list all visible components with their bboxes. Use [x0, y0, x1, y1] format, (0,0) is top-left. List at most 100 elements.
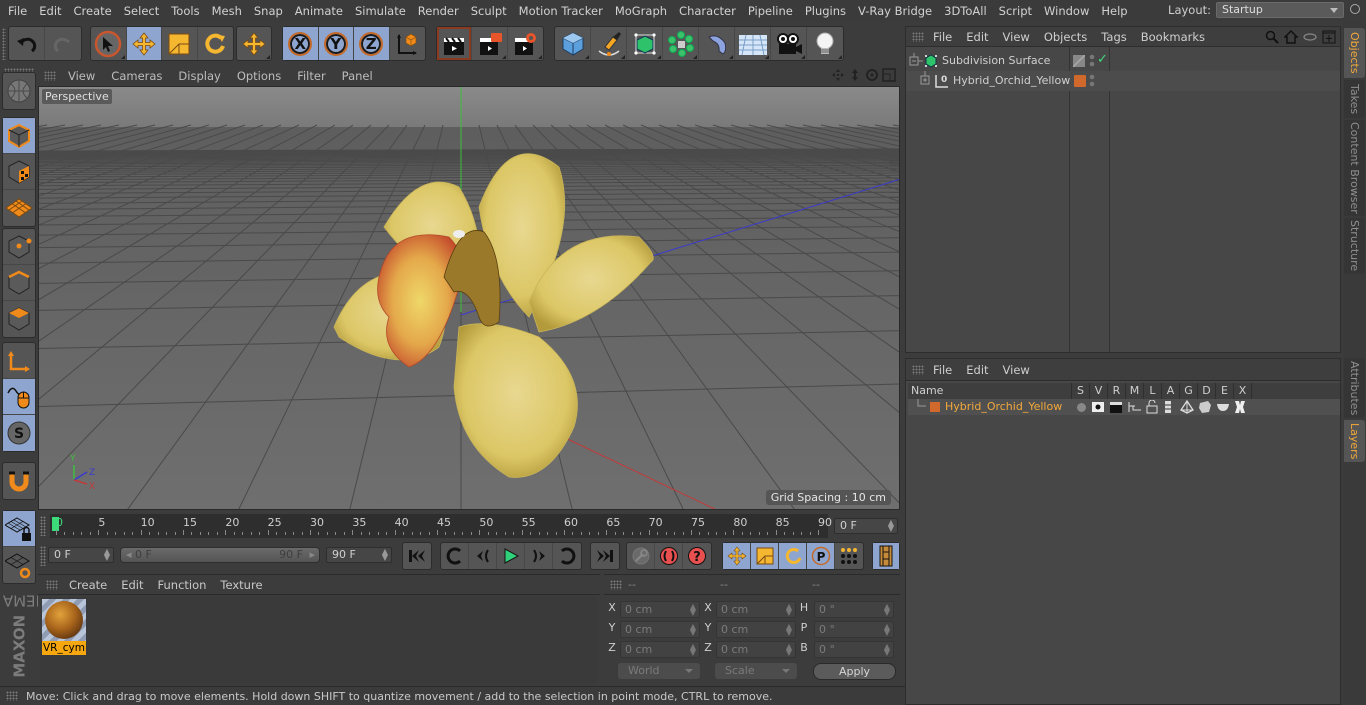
timeline-ruler[interactable]: 0 5 10 15 20 25 30 35 40 45 50 55 60 65 70 75 80 85 90 — [50, 514, 832, 538]
floor-button[interactable] — [735, 27, 771, 60]
column-expressions[interactable]: E — [1216, 383, 1234, 399]
viewport-grip[interactable] — [44, 71, 56, 81]
texture-mode-button[interactable] — [3, 154, 35, 190]
scale-tool-button[interactable] — [162, 27, 198, 60]
layer-menu-file[interactable]: File — [926, 363, 959, 377]
render-toggle-icon[interactable] — [1110, 401, 1122, 413]
material-manager-grip[interactable] — [46, 579, 58, 590]
layer-menu-edit[interactable]: Edit — [959, 363, 995, 377]
redo-button[interactable] — [45, 27, 81, 60]
material-menu-function[interactable]: Function — [151, 578, 214, 592]
render-settings-button[interactable] — [508, 27, 543, 60]
scale-track-button[interactable] — [751, 543, 779, 569]
switch-view-icon[interactable] — [882, 68, 896, 82]
menu-animate[interactable]: Animate — [289, 4, 349, 18]
visibility-dots-icon[interactable] — [1089, 74, 1095, 88]
play-button[interactable] — [497, 543, 525, 569]
size-y-field[interactable]: 0 cm ▲ ▼ — [716, 621, 796, 638]
visibility-dots-icon[interactable] — [1089, 54, 1095, 68]
spinner-icon[interactable]: ▲ ▼ — [884, 623, 890, 637]
viewport-menu-view[interactable]: View — [60, 69, 103, 83]
view-toggle-icon[interactable] — [1092, 401, 1104, 413]
pos-x-field[interactable]: 0 cm ▲ ▼ — [620, 601, 700, 618]
column-view[interactable]: V — [1090, 383, 1108, 399]
render-view-button[interactable] — [437, 27, 473, 60]
size-x-field[interactable]: 0 cm ▲ ▼ — [716, 601, 796, 618]
camera-label[interactable]: Perspective — [42, 89, 112, 104]
menu-help[interactable]: Help — [1095, 4, 1133, 18]
next-key-button[interactable] — [553, 543, 581, 569]
x-axis-lock-button[interactable]: X — [283, 27, 319, 60]
column-animation[interactable]: A — [1162, 383, 1180, 399]
column-generators[interactable]: G — [1180, 383, 1198, 399]
menu-motion-tracker[interactable]: Motion Tracker — [513, 4, 609, 18]
end-frame-field[interactable]: 90 F ▲ ▼ — [326, 547, 392, 563]
toolbar-grip[interactable] — [2, 28, 6, 60]
menu-tools[interactable]: Tools — [165, 4, 205, 18]
y-axis-lock-button[interactable]: Y — [318, 27, 354, 60]
column-xrefs[interactable]: X — [1234, 383, 1252, 399]
keyframe-selection-button[interactable] — [627, 543, 655, 569]
spinner-icon[interactable]: ▲ ▼ — [690, 643, 696, 657]
go-to-start-button[interactable] — [403, 543, 431, 569]
previous-key-button[interactable] — [441, 543, 469, 569]
manager-toggle-icon[interactable] — [1128, 400, 1142, 414]
lock-workplane-button[interactable] — [3, 511, 35, 547]
menu-vray-bridge[interactable]: V-Ray Bridge — [852, 4, 938, 18]
coordinate-system-button[interactable] — [390, 27, 425, 60]
transport-grip[interactable] — [40, 546, 46, 566]
layer-color-swatch[interactable] — [930, 402, 940, 412]
cube-button[interactable] — [555, 27, 591, 60]
material-menu-texture[interactable]: Texture — [213, 578, 269, 592]
spinner-icon[interactable]: ▲ ▼ — [786, 623, 792, 637]
menu-file[interactable]: File — [0, 4, 33, 18]
column-manager[interactable]: M — [1126, 383, 1144, 399]
snap-button[interactable] — [3, 463, 35, 499]
deformers-toggle-icon[interactable] — [1198, 400, 1212, 414]
move-tool-button[interactable] — [126, 27, 162, 60]
solo-toggle-icon[interactable] — [1077, 403, 1086, 412]
viewport-menu-options[interactable]: Options — [229, 69, 289, 83]
tab-objects[interactable]: Objects — [1344, 28, 1365, 78]
spinner-icon[interactable]: ▲ ▼ — [690, 623, 696, 637]
menu-simulate[interactable]: Simulate — [349, 4, 412, 18]
rot-b-field[interactable]: 0 ° ▲ ▼ — [814, 641, 894, 658]
current-frame-field[interactable]: 0 F ▲ ▼ — [834, 518, 898, 534]
tweak-mode-button[interactable] — [3, 379, 35, 415]
frame-range-slider[interactable]: ◂ 0 F 90 F ▸ — [120, 547, 320, 563]
menu-sculpt[interactable]: Sculpt — [465, 4, 513, 18]
layout-dropdown[interactable]: Startup — [1216, 2, 1344, 18]
viewport-perspective[interactable]: Y Z X Perspective Grid Spacing : 10 cm — [38, 86, 900, 510]
point-level-animation-button[interactable] — [835, 543, 863, 569]
column-locked[interactable]: L — [1144, 383, 1162, 399]
material-menu-create[interactable]: Create — [62, 578, 114, 592]
timeline-grip[interactable] — [40, 516, 46, 536]
menu-window[interactable]: Window — [1038, 4, 1095, 18]
previous-frame-button[interactable] — [469, 543, 497, 569]
rot-h-field[interactable]: 0 ° ▲ ▼ — [814, 601, 894, 618]
menu-create[interactable]: Create — [68, 4, 118, 18]
viewport-menu-cameras[interactable]: Cameras — [103, 69, 170, 83]
model-mode-button[interactable] — [3, 118, 35, 154]
render-picture-viewer-button[interactable] — [472, 27, 508, 60]
tab-content-browser[interactable]: Content Browser — [1344, 120, 1365, 216]
rot-p-field[interactable]: 0 ° ▲ ▼ — [814, 621, 894, 638]
object-menu-edit[interactable]: Edit — [959, 30, 995, 44]
generators-toggle-icon[interactable] — [1180, 400, 1194, 414]
home-icon[interactable] — [1284, 30, 1298, 44]
light-button[interactable] — [807, 27, 843, 60]
layer-row[interactable]: Hybrid_Orchid_Yellow — [908, 399, 1340, 415]
layer-manager-grip[interactable] — [912, 364, 924, 375]
z-axis-lock-button[interactable]: Z — [354, 27, 390, 60]
next-frame-button[interactable] — [525, 543, 553, 569]
bend-deformer-button[interactable] — [699, 27, 735, 60]
live-selection-button[interactable] — [91, 27, 127, 60]
object-menu-file[interactable]: File — [926, 30, 959, 44]
layer-menu-view[interactable]: View — [996, 363, 1037, 377]
spinner-icon[interactable]: ▲ ▼ — [104, 548, 110, 562]
solo-button[interactable]: S — [3, 415, 35, 451]
menu-character[interactable]: Character — [673, 4, 742, 18]
size-z-field[interactable]: 0 cm ▲ ▼ — [716, 641, 796, 658]
tab-takes[interactable]: Takes — [1344, 80, 1365, 118]
size-mode-dropdown[interactable]: Scale — [715, 663, 797, 679]
